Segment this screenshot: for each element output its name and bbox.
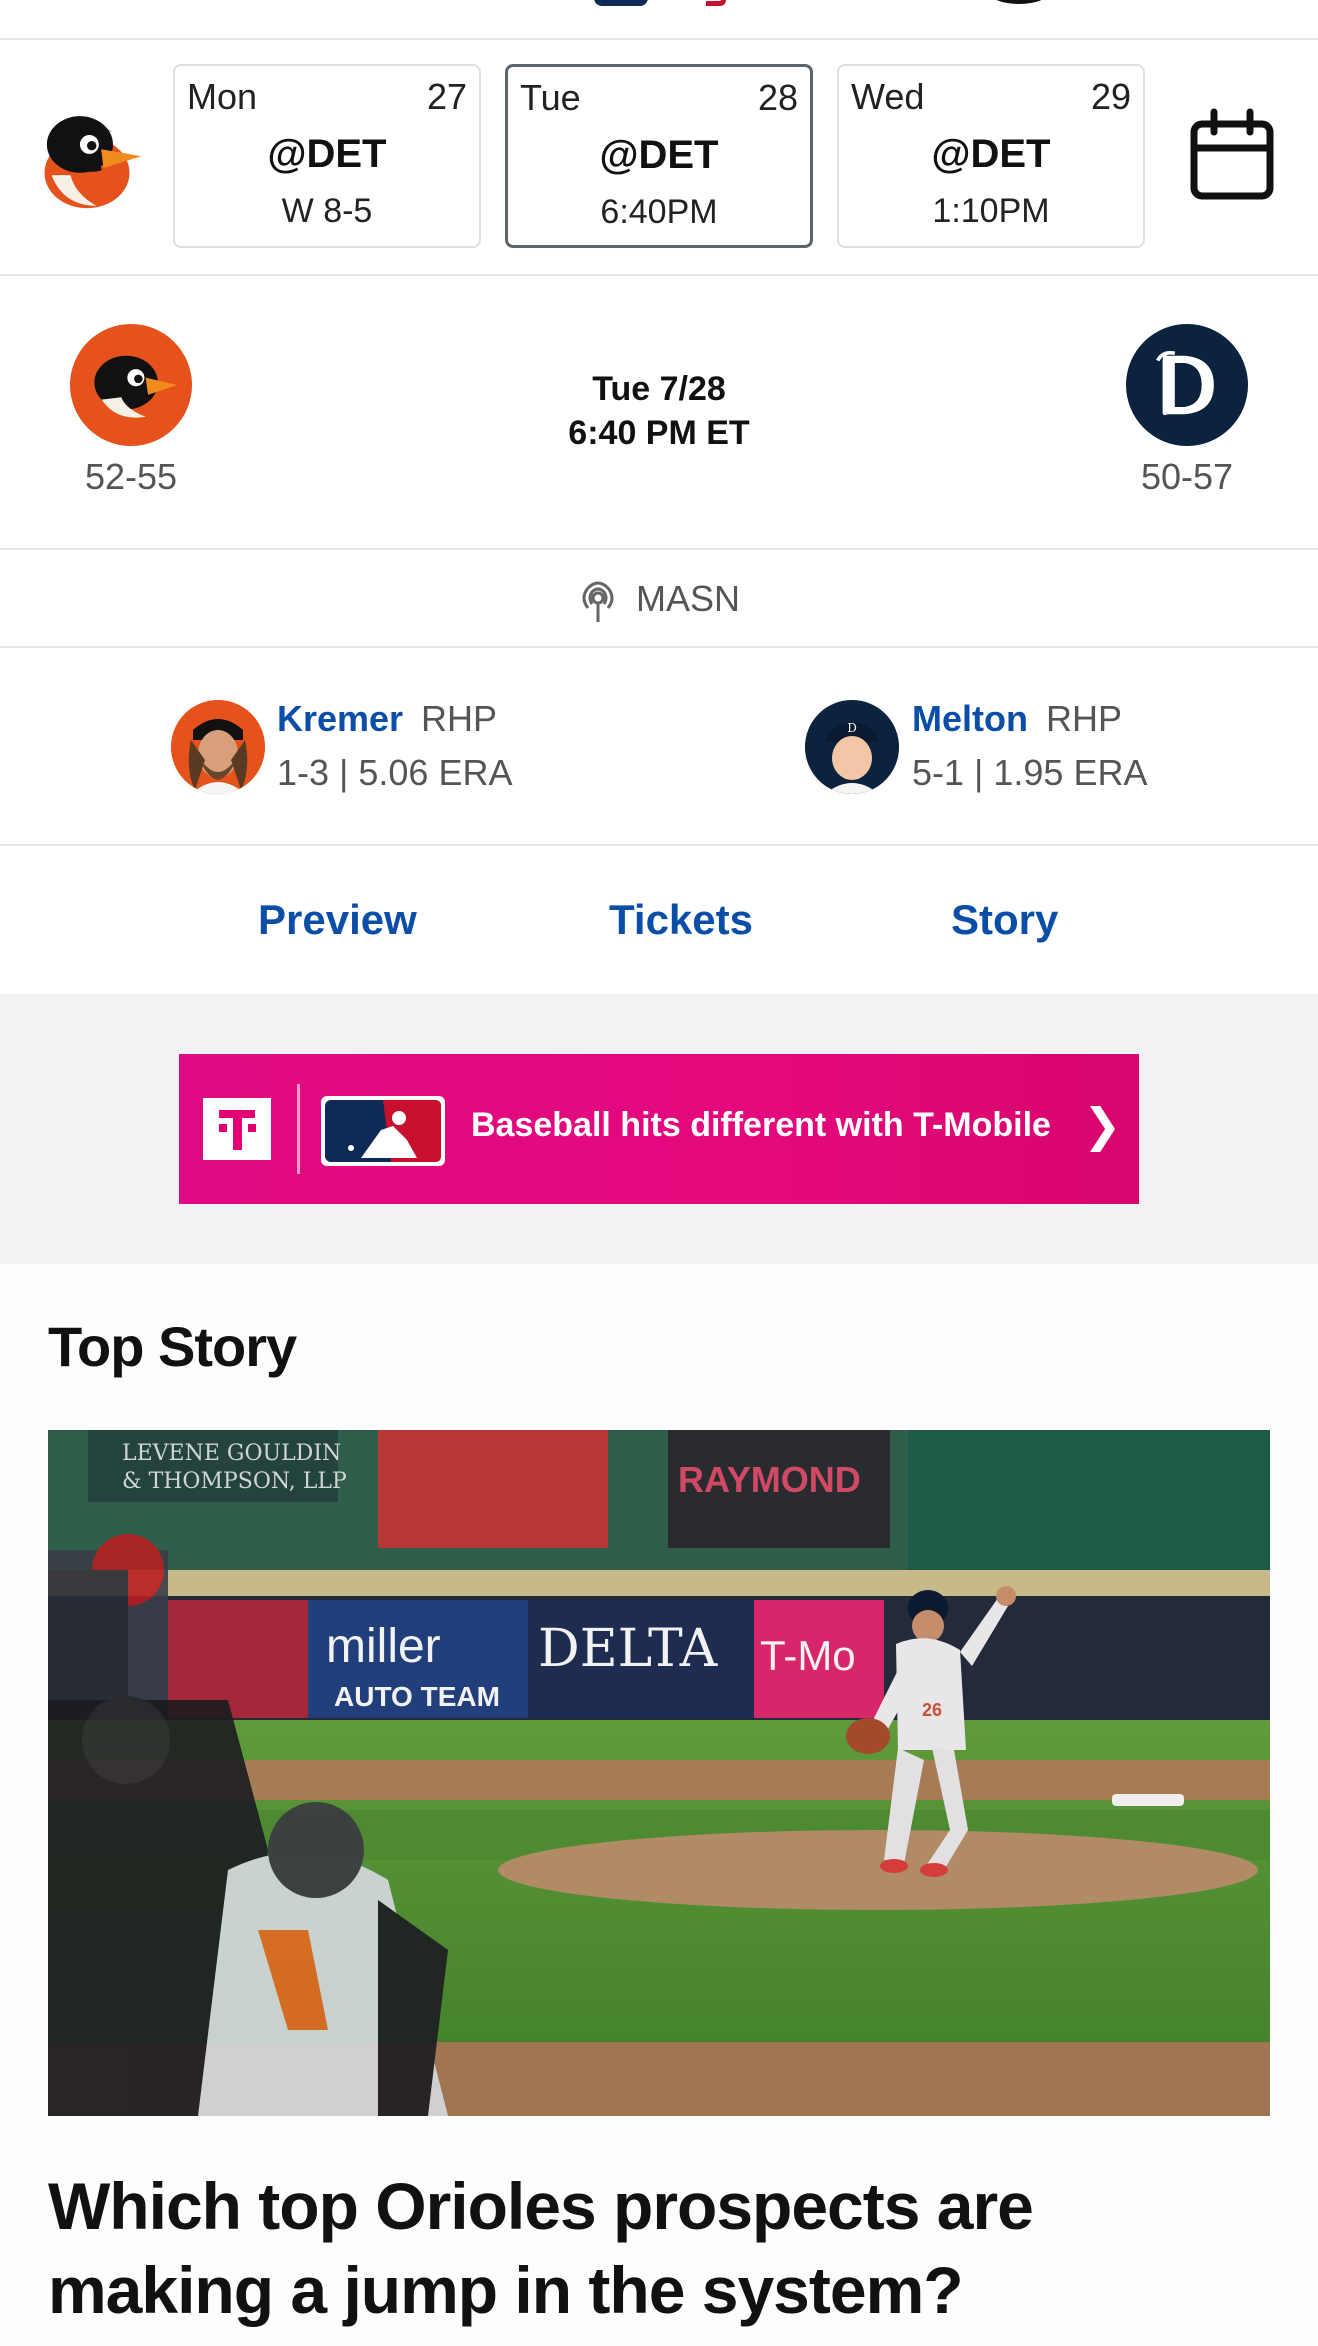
game-card-mon[interactable]: Mon 27 @DET W 8-5 xyxy=(173,64,481,248)
broadcast-network: MASN xyxy=(636,578,741,619)
game-opponent: @DET xyxy=(599,133,719,177)
sign-text: T-Mo xyxy=(760,1632,856,1679)
logo-fragment xyxy=(706,0,726,6)
section-title: Top Story xyxy=(48,1315,297,1378)
orioles-logo-icon[interactable] xyxy=(28,102,146,220)
jersey-number: 26 xyxy=(922,1700,942,1720)
home-pitcher-stats: 5-1 | 1.95 ERA xyxy=(912,752,1148,793)
ad-container: Baseball hits different with T-Mobile ❯ xyxy=(0,994,1318,1264)
matchup-header: 52-55 Tue 7/28 6:40 PM ET 50-57 xyxy=(0,276,1318,550)
mlb-logo-icon xyxy=(321,1096,445,1166)
game-opponent: @DET xyxy=(931,132,1051,176)
sign-text: miller xyxy=(326,1620,441,1673)
sign-text: DELTA xyxy=(538,1619,719,1679)
away-pitcher-name[interactable]: Kremer xyxy=(277,698,403,740)
game-date-label: Tue 7/28 xyxy=(592,370,726,408)
game-time-label: 6:40 PM ET xyxy=(568,414,750,452)
ad-divider xyxy=(297,1084,300,1174)
mlb-logo-fragment xyxy=(594,0,648,6)
game-date: 27 xyxy=(426,76,467,117)
game-day: Mon xyxy=(187,76,258,117)
top-nav-strip xyxy=(0,0,1318,40)
top-story-section: Top Story LEVENE GOULDIN & THOMPSON, LLP… xyxy=(0,1264,1318,2346)
story-headline[interactable]: Which top Orioles prospects are making a… xyxy=(48,2164,1270,2332)
home-pitcher-name[interactable]: Melton xyxy=(912,698,1028,740)
game-day: Wed xyxy=(851,76,925,117)
game-card-wed[interactable]: Wed 29 @DET 1:10PM xyxy=(837,64,1145,248)
icon-fragment xyxy=(988,0,1050,4)
calendar-icon[interactable] xyxy=(1188,108,1276,204)
sign-text: AUTO TEAM xyxy=(334,1681,500,1712)
away-pitcher-position: RHP xyxy=(421,698,498,739)
orioles-logo-icon[interactable] xyxy=(70,324,192,446)
away-pitcher-stats: 1-3 | 5.06 ERA xyxy=(277,752,513,793)
sign-text: & THOMPSON, LLP xyxy=(122,1469,347,1494)
sign-text: LEVENE GOULDIN xyxy=(122,1441,341,1466)
game-date: 28 xyxy=(757,77,798,118)
ad-text: Baseball hits different with T-Mobile xyxy=(471,1106,1051,1144)
game-result: W 8-5 xyxy=(281,192,373,230)
broadcast-icon xyxy=(582,581,614,622)
story-link[interactable]: Story xyxy=(951,896,1058,944)
tigers-logo-icon[interactable] xyxy=(1126,324,1248,446)
tmobile-logo-icon xyxy=(203,1098,271,1160)
broadcast-row: MASN xyxy=(0,550,1318,648)
home-pitcher-avatar[interactable]: D xyxy=(805,700,899,794)
probable-pitchers: Kremer RHP 1-3 | 5.06 ERA D Melton RHP 5… xyxy=(0,648,1318,846)
home-pitcher-position: RHP xyxy=(1046,698,1123,739)
story-image[interactable]: LEVENE GOULDIN & THOMPSON, LLP RAYMOND m… xyxy=(48,1430,1270,2116)
game-links: Preview Tickets Story xyxy=(0,846,1318,994)
home-record: 50-57 xyxy=(1140,456,1234,497)
tickets-link[interactable]: Tickets xyxy=(609,896,753,944)
tmobile-ad-banner[interactable]: Baseball hits different with T-Mobile ❯ xyxy=(179,1054,1139,1204)
game-date: 29 xyxy=(1090,76,1131,117)
schedule-strip: Mon 27 @DET W 8-5 Tue 28 @DET 6:40PM Wed… xyxy=(0,40,1318,276)
game-time: 1:10PM xyxy=(932,192,1050,230)
svg-text:D: D xyxy=(847,721,857,735)
away-pitcher-avatar[interactable] xyxy=(171,700,265,794)
game-time: 6:40PM xyxy=(600,193,718,231)
game-card-tue[interactable]: Tue 28 @DET 6:40PM xyxy=(505,64,813,248)
preview-link[interactable]: Preview xyxy=(258,896,417,944)
sign-text: RAYMOND xyxy=(678,1459,861,1500)
away-record: 52-55 xyxy=(84,456,178,497)
chevron-right-icon: ❯ xyxy=(1083,1099,1122,1151)
game-day: Tue xyxy=(520,77,581,118)
game-opponent: @DET xyxy=(267,132,387,176)
